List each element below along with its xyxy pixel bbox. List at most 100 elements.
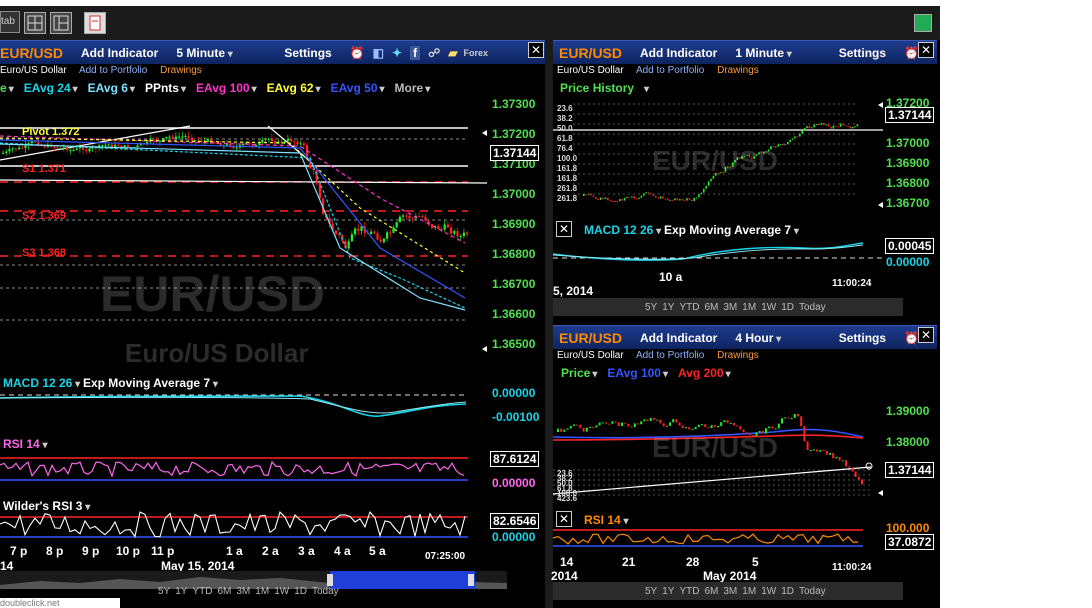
range-button-ytd[interactable]: YTD	[679, 586, 699, 597]
range-button-1y[interactable]: 1Y	[662, 302, 674, 313]
range-button-1d[interactable]: 1D	[781, 586, 794, 597]
chevron-down-icon[interactable]: ▾	[425, 84, 430, 95]
indicator-1[interactable]: EAvg 100	[607, 366, 661, 380]
split-layout-icon[interactable]	[50, 12, 72, 34]
add-indicator-button[interactable]: Add Indicator	[640, 331, 717, 345]
chevron-down-icon[interactable]: ▾	[663, 369, 668, 380]
note-icon[interactable]: ▰	[448, 46, 457, 60]
chevron-down-icon[interactable]: ▾	[130, 84, 135, 95]
add-to-portfolio-link[interactable]: Add to Portfolio	[79, 65, 147, 76]
chevron-down-icon[interactable]: ▾	[252, 84, 257, 95]
settings-button[interactable]: Settings	[839, 46, 886, 60]
indicator-0[interactable]: e	[0, 81, 7, 95]
range-button-ytd[interactable]: YTD	[192, 586, 212, 597]
candle	[801, 130, 803, 134]
drawings-link[interactable]: Drawings	[717, 65, 759, 76]
range-button-3m[interactable]: 3M	[236, 586, 250, 597]
interval-select[interactable]: 1 Minute	[735, 46, 820, 60]
indicator-2[interactable]: EAvg 6	[88, 81, 128, 95]
chevron-down-icon[interactable]: ▾	[73, 84, 78, 95]
right-top-macd-chart[interactable]	[553, 234, 883, 270]
alarm-clock-icon[interactable]: ⏰	[904, 331, 919, 345]
indicator-5[interactable]: EAvg 62	[267, 81, 314, 95]
grid-green-icon[interactable]	[914, 14, 932, 32]
candle	[647, 192, 650, 194]
price-tick-label: 1.36700	[492, 277, 536, 291]
range-button-1d[interactable]: 1D	[294, 586, 307, 597]
share-icon[interactable]: ☍	[428, 46, 440, 60]
document-icon[interactable]	[84, 12, 106, 34]
add-indicator-button[interactable]: Add Indicator	[81, 46, 158, 60]
settings-button[interactable]: Settings	[284, 46, 331, 60]
candle	[683, 200, 686, 202]
range-button-3m[interactable]: 3M	[723, 302, 737, 313]
range-button-3m[interactable]: 3M	[723, 586, 737, 597]
indicator-6[interactable]: EAvg 50	[331, 81, 378, 95]
interval-select[interactable]: 4 Hour	[735, 331, 820, 345]
indicator-3[interactable]: PPnts	[145, 81, 179, 95]
range-button-1m[interactable]: 1M	[255, 586, 269, 597]
left-wilder-chart[interactable]	[0, 494, 470, 542]
range-button-1y[interactable]: 1Y	[662, 586, 674, 597]
candle	[691, 429, 694, 431]
close-left-panel-icon[interactable]: ✕	[528, 42, 544, 58]
range-button-today[interactable]: Today	[799, 586, 826, 597]
indicator-2[interactable]: Avg 200	[678, 366, 724, 380]
chevron-down-icon[interactable]: ▾	[380, 84, 385, 95]
range-button-ytd[interactable]: YTD	[679, 302, 699, 313]
indicator-0[interactable]: Price	[561, 366, 590, 380]
settings-button[interactable]: Settings	[839, 331, 886, 345]
candle	[813, 449, 815, 451]
chevron-down-icon[interactable]: ▾	[181, 84, 186, 95]
chevron-down-icon[interactable]: ▾	[9, 84, 14, 95]
interval-select[interactable]: 5 Minute	[176, 46, 266, 60]
range-button-6m[interactable]: 6M	[704, 586, 718, 597]
right-bottom-rsi-chart[interactable]	[553, 524, 883, 554]
alarm-clock-icon[interactable]: ⏰	[904, 46, 919, 60]
left-price-chart[interactable]	[0, 98, 490, 368]
add-to-portfolio-link[interactable]: Add to Portfolio	[636, 350, 704, 361]
time-tick-label: 5 a	[369, 544, 386, 558]
chevron-down-icon[interactable]: ▾	[316, 84, 321, 95]
panel-divider[interactable]	[545, 40, 553, 608]
range-button-5y[interactable]: 5Y	[645, 302, 657, 313]
candle	[563, 429, 566, 432]
candle	[627, 423, 630, 427]
range-button-6m[interactable]: 6M	[704, 302, 718, 313]
grid-layout-icon[interactable]	[24, 12, 46, 34]
drawings-link[interactable]: Drawings	[717, 350, 759, 361]
symbol-label[interactable]: EUR/USD	[0, 45, 63, 61]
left-macd-chart[interactable]	[0, 372, 470, 428]
tab-button[interactable]: tab	[0, 11, 20, 33]
symbol-label[interactable]: EUR/USD	[559, 45, 622, 61]
range-button-today[interactable]: Today	[799, 302, 826, 313]
range-button-6m[interactable]: 6M	[217, 586, 231, 597]
twitter-icon[interactable]: ✦	[392, 46, 402, 60]
candle	[628, 196, 631, 198]
close-right-bottom-icon[interactable]: ✕	[918, 327, 934, 343]
range-button-1w[interactable]: 1W	[274, 586, 289, 597]
facebook-icon[interactable]: f	[410, 45, 421, 60]
indicator-7[interactable]: More	[395, 81, 424, 95]
left-rsi-chart[interactable]	[0, 432, 470, 490]
cube-icon[interactable]: ◧	[373, 46, 384, 60]
chevron-down-icon[interactable]: ▾	[726, 369, 731, 380]
range-button-today[interactable]: Today	[312, 586, 339, 597]
symbol-label[interactable]: EUR/USD	[559, 330, 622, 346]
range-button-1w[interactable]: 1W	[761, 302, 776, 313]
alarm-clock-icon[interactable]: ⏰	[350, 46, 365, 60]
range-button-1m[interactable]: 1M	[742, 586, 756, 597]
range-button-1y[interactable]: 1Y	[175, 586, 187, 597]
range-button-1m[interactable]: 1M	[742, 302, 756, 313]
range-button-1w[interactable]: 1W	[761, 586, 776, 597]
drawings-link[interactable]: Drawings	[160, 65, 202, 76]
range-button-1d[interactable]: 1D	[781, 302, 794, 313]
chevron-down-icon[interactable]: ▾	[592, 369, 597, 380]
indicator-1[interactable]: EAvg 24	[24, 81, 71, 95]
range-button-5y[interactable]: 5Y	[645, 586, 657, 597]
range-button-5y[interactable]: 5Y	[158, 586, 170, 597]
indicator-4[interactable]: EAvg 100	[196, 81, 250, 95]
close-right-top-icon[interactable]: ✕	[918, 42, 934, 58]
add-to-portfolio-link[interactable]: Add to Portfolio	[636, 65, 704, 76]
add-indicator-button[interactable]: Add Indicator	[640, 46, 717, 60]
